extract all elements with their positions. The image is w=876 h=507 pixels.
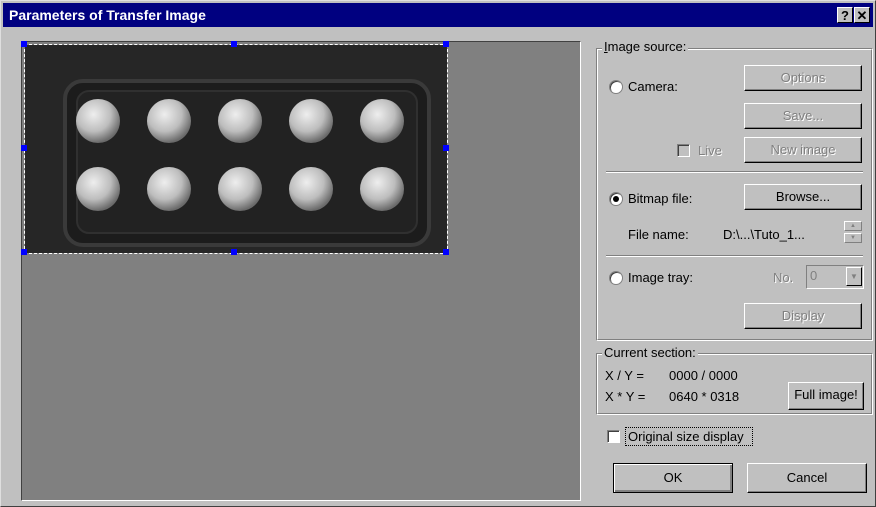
resize-handle[interactable]	[443, 41, 449, 47]
live-label: Live	[698, 143, 722, 158]
resize-handle[interactable]	[21, 145, 27, 151]
new-image-button[interactable]: New image	[744, 137, 862, 163]
current-section-legend: Current section:	[602, 345, 698, 360]
bitmap-file-radio[interactable]	[609, 192, 623, 206]
size-value: 0640 * 0318	[669, 389, 740, 404]
separator	[606, 171, 863, 173]
help-icon[interactable]: ?	[837, 7, 853, 23]
tray-number-select[interactable]: 0 ▼	[806, 265, 864, 289]
browse-button[interactable]: Browse...	[744, 184, 862, 210]
live-checkbox[interactable]	[677, 144, 690, 157]
resize-handle[interactable]	[443, 249, 449, 255]
tray-number-value: 0	[810, 268, 818, 283]
separator	[606, 255, 863, 257]
resize-handle[interactable]	[21, 249, 27, 255]
image-preview[interactable]	[21, 41, 581, 501]
camera-radio[interactable]	[609, 80, 623, 94]
resize-handle[interactable]	[443, 145, 449, 151]
close-icon[interactable]: ✕	[854, 7, 870, 23]
resize-handle[interactable]	[231, 249, 237, 255]
ok-button[interactable]: OK	[613, 463, 733, 493]
file-name-value: D:\...\Tuto_1...	[723, 227, 805, 242]
original-size-checkbox[interactable]	[607, 430, 620, 443]
size-label: X * Y =	[605, 389, 646, 404]
camera-label: Camera:	[628, 79, 678, 94]
image-source-legend: Image source:	[602, 39, 689, 54]
display-button[interactable]: Display	[744, 303, 862, 329]
save-button[interactable]: Save...	[744, 103, 862, 129]
dialog-window: Parameters of Transfer Image ? ✕ Image s…	[0, 0, 876, 507]
resize-handle[interactable]	[21, 41, 27, 47]
cancel-button[interactable]: Cancel	[747, 463, 867, 493]
chevron-down-icon[interactable]: ▼	[846, 267, 862, 286]
scroll-down-icon[interactable]: ▼	[844, 233, 862, 243]
file-name-label: File name:	[628, 227, 689, 242]
tray-number-label: No.	[773, 270, 794, 285]
title-bar[interactable]: Parameters of Transfer Image ? ✕	[3, 3, 873, 27]
xy-label: X / Y =	[605, 368, 644, 383]
options-button[interactable]: Options	[744, 65, 862, 91]
resize-handle[interactable]	[231, 41, 237, 47]
window-title: Parameters of Transfer Image	[9, 7, 206, 23]
bitmap-file-label: Bitmap file:	[628, 191, 693, 206]
focus-rectangle	[625, 427, 753, 446]
selection-frame[interactable]	[24, 44, 448, 254]
image-tray-radio[interactable]	[609, 271, 623, 285]
full-image-button[interactable]: Full image!	[788, 382, 864, 410]
xy-value: 0000 / 0000	[669, 368, 738, 383]
image-tray-label: Image tray:	[628, 270, 694, 285]
scroll-up-icon[interactable]: ▲	[844, 221, 862, 231]
